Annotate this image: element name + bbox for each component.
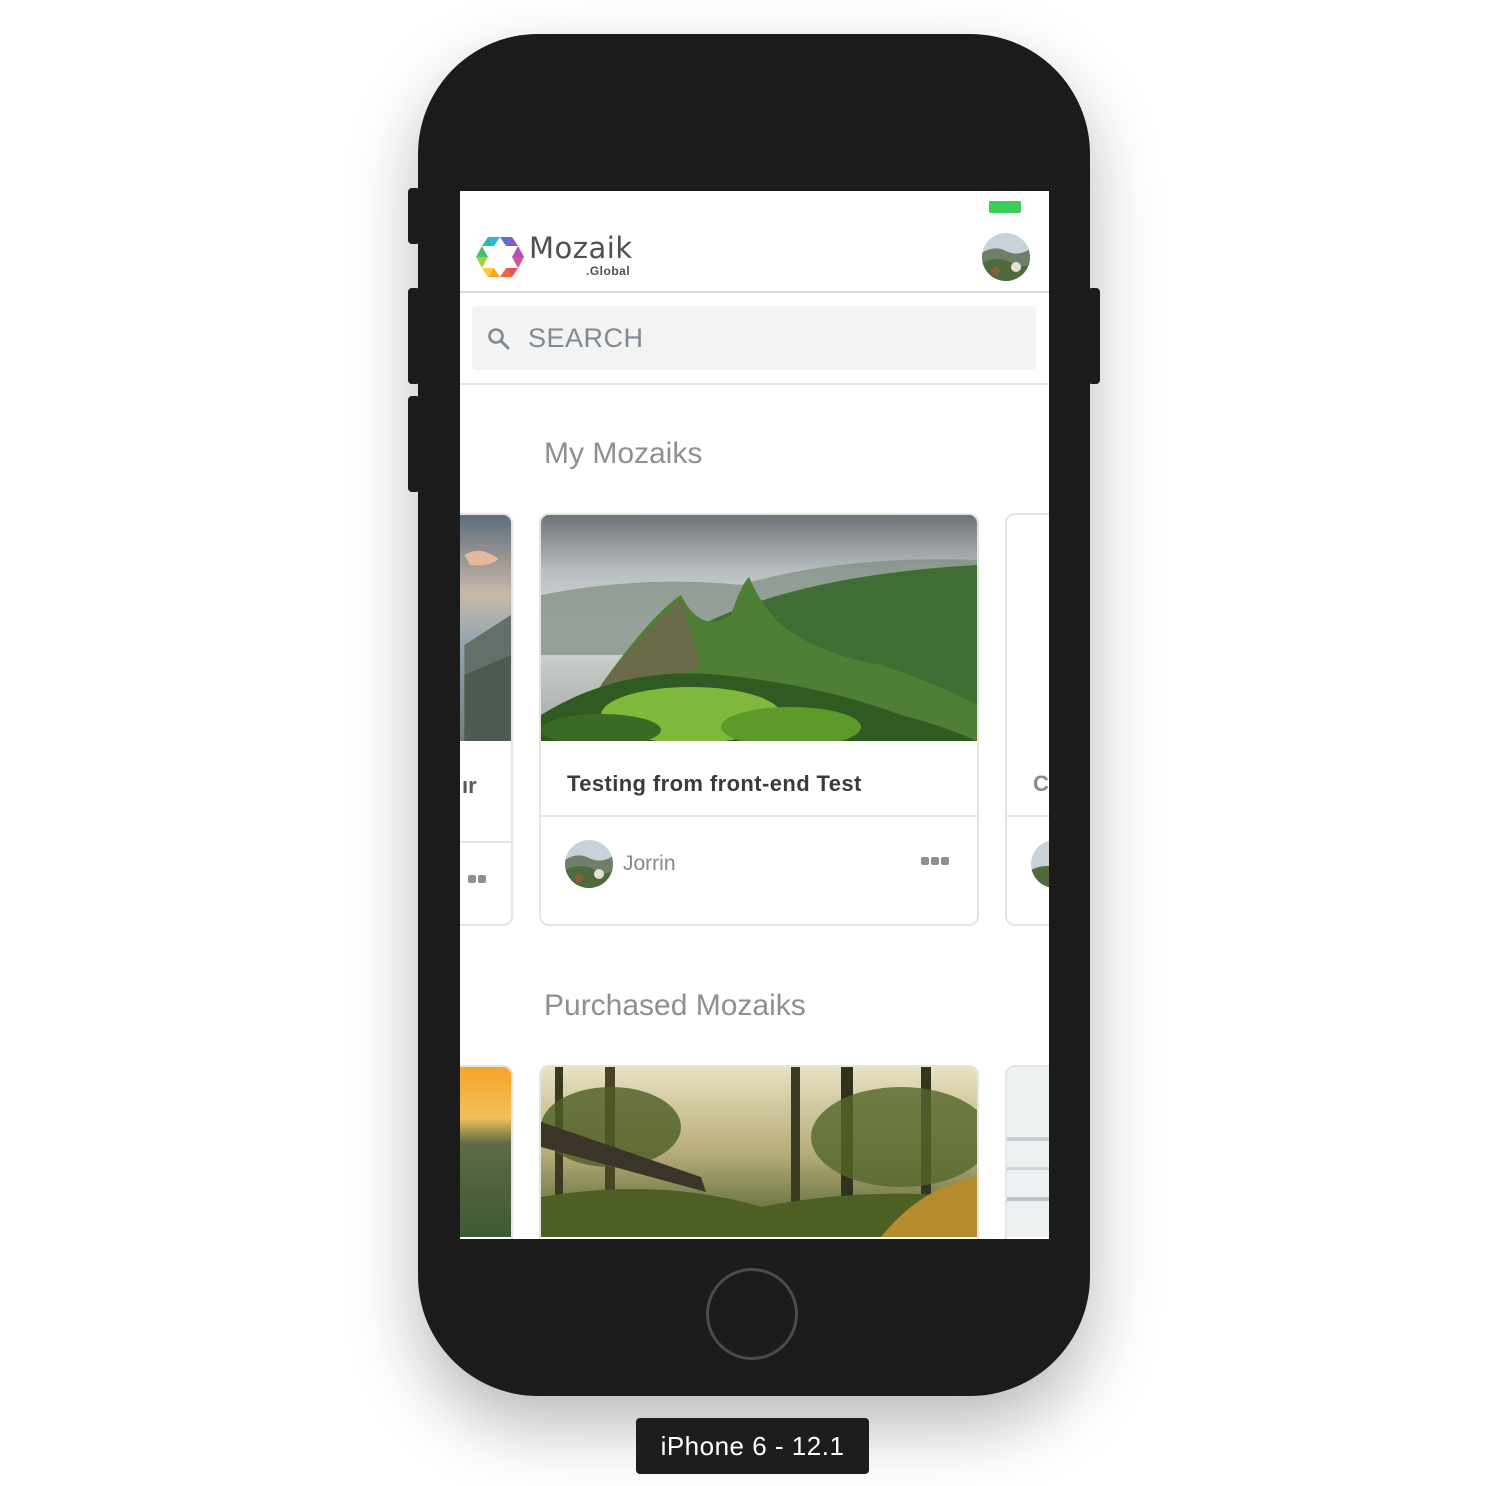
card-image bbox=[460, 1067, 511, 1237]
header-divider bbox=[460, 291, 1049, 293]
device-label: iPhone 6 - 12.1 bbox=[636, 1418, 869, 1474]
search-input[interactable] bbox=[528, 306, 1008, 370]
hexagon-logo-icon bbox=[476, 237, 524, 277]
avatar-image bbox=[982, 233, 1030, 281]
purchased-card[interactable] bbox=[539, 1065, 979, 1239]
volume-up-button[interactable] bbox=[408, 288, 420, 384]
purchased-card-prev[interactable] bbox=[460, 1065, 513, 1239]
app-screen: Mozaik .Global My Mozaiks bbox=[460, 191, 1049, 1239]
purchased-card-next[interactable] bbox=[1005, 1065, 1049, 1239]
card-divider bbox=[1007, 815, 1049, 817]
mute-switch[interactable] bbox=[408, 188, 420, 244]
owner-name: Jorrin bbox=[623, 852, 676, 875]
search-icon bbox=[488, 328, 510, 350]
card-image bbox=[460, 515, 511, 741]
mozaik-card-next[interactable]: C bbox=[1005, 513, 1049, 926]
owner-avatar bbox=[1031, 840, 1049, 888]
card-image bbox=[541, 515, 977, 741]
card-divider bbox=[460, 841, 511, 843]
volume-down-button[interactable] bbox=[408, 396, 420, 492]
owner-avatar bbox=[565, 840, 613, 888]
user-avatar[interactable] bbox=[982, 233, 1030, 281]
brand-name: Mozaik bbox=[529, 231, 633, 265]
home-button[interactable] bbox=[706, 1268, 798, 1360]
more-dot bbox=[468, 875, 476, 883]
owner-avatar-image bbox=[565, 840, 613, 888]
card-image bbox=[1007, 1067, 1049, 1237]
power-button[interactable] bbox=[1088, 288, 1100, 384]
section-title-my-mozaiks: My Mozaiks bbox=[544, 437, 703, 470]
more-horizontal-icon[interactable] bbox=[919, 855, 953, 869]
brand-suffix: .Global bbox=[586, 264, 631, 278]
search-divider bbox=[460, 383, 1049, 385]
more-dot bbox=[478, 875, 486, 883]
card-title: Testing from front-end Test bbox=[567, 771, 862, 796]
card-title: ır bbox=[462, 773, 477, 798]
search-bar[interactable] bbox=[472, 306, 1036, 370]
mozaik-card[interactable]: Testing from front-end Test Jorrin bbox=[539, 513, 979, 926]
card-title: C bbox=[1033, 771, 1049, 796]
mozaik-card-prev[interactable]: ır bbox=[460, 513, 513, 926]
section-title-purchased-mozaiks: Purchased Mozaiks bbox=[544, 989, 806, 1022]
battery-icon bbox=[989, 201, 1021, 213]
card-image bbox=[541, 1067, 977, 1237]
card-divider bbox=[541, 815, 977, 817]
